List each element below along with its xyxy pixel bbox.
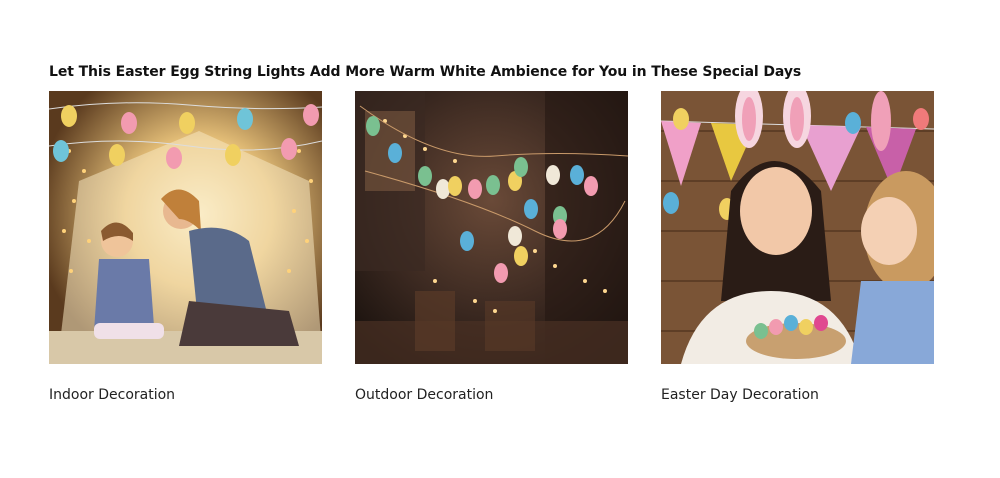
indoor-scene-illustration bbox=[49, 91, 322, 364]
card-caption[interactable]: Indoor Decoration bbox=[49, 387, 322, 403]
section-title: Let This Easter Egg String Lights Add Mo… bbox=[49, 64, 802, 80]
product-image-card-easter-day[interactable]: Easter Day Decoration bbox=[661, 91, 934, 403]
outdoor-scene-illustration bbox=[355, 91, 628, 364]
product-image-card-indoor[interactable]: Indoor Decoration bbox=[49, 91, 322, 403]
easter-day-decoration-image[interactable] bbox=[661, 91, 934, 364]
easter-day-scene-illustration bbox=[661, 91, 934, 364]
outdoor-decoration-image[interactable] bbox=[355, 91, 628, 364]
card-caption[interactable]: Outdoor Decoration bbox=[355, 387, 628, 403]
indoor-decoration-image[interactable] bbox=[49, 91, 322, 364]
product-image-card-outdoor[interactable]: Outdoor Decoration bbox=[355, 91, 628, 403]
card-caption[interactable]: Easter Day Decoration bbox=[661, 387, 934, 403]
